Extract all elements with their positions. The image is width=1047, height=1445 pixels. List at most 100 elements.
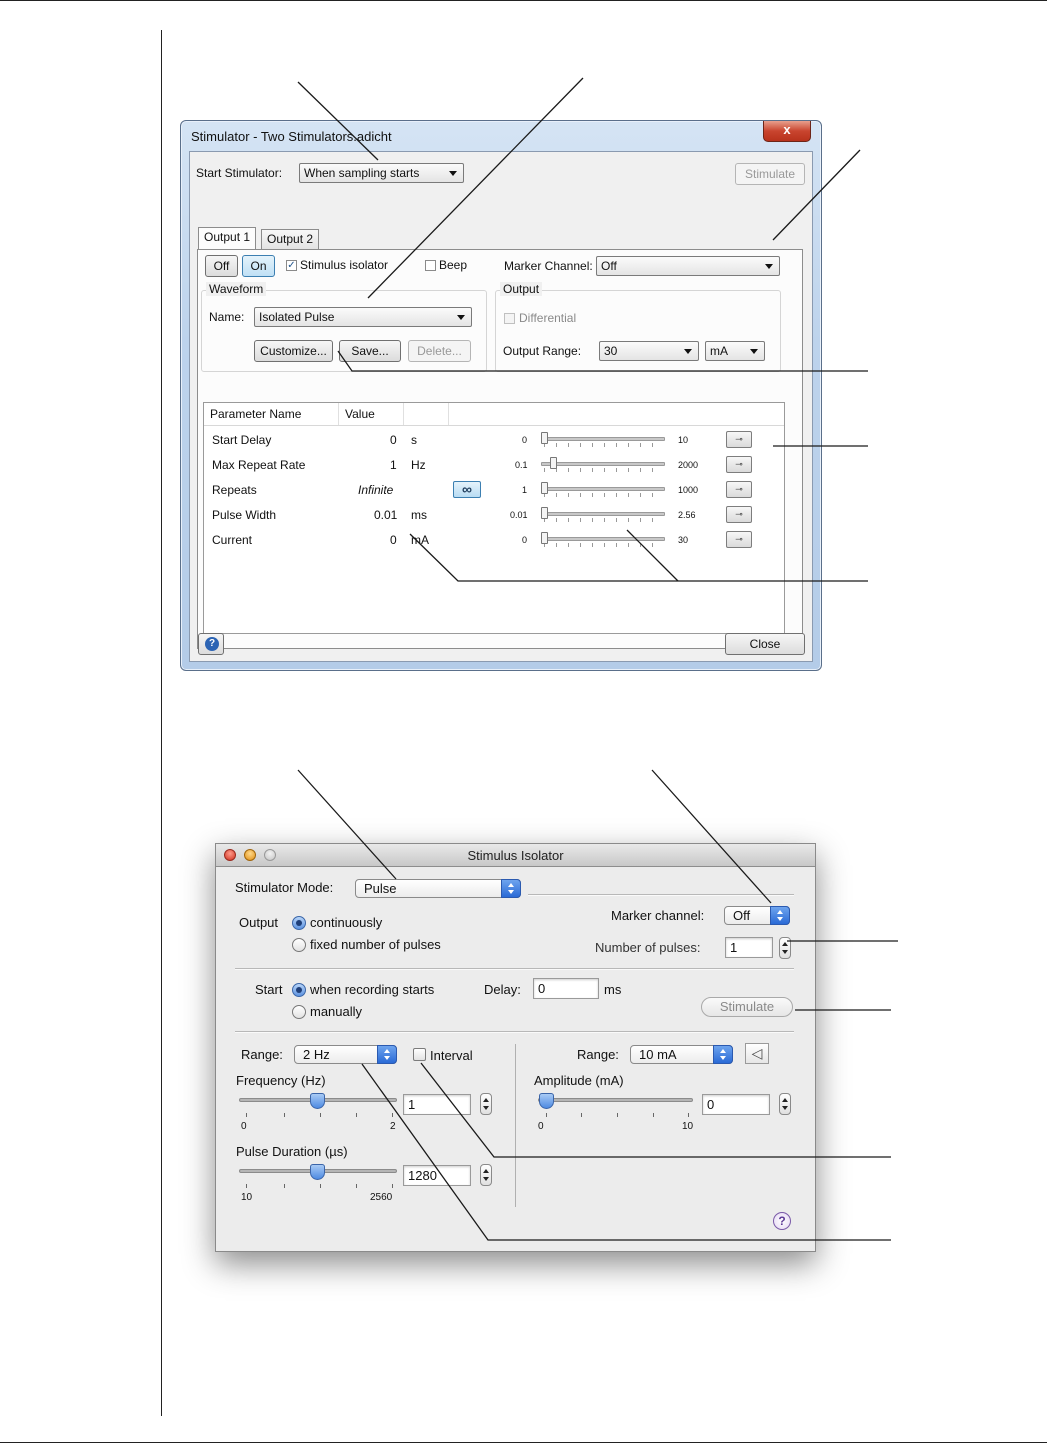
stimulus-isolator-checkbox[interactable]: ✓ (286, 260, 297, 271)
help-icon: ? (205, 637, 219, 651)
pulse-duration-min: 10 (241, 1192, 253, 1203)
stimulate-button[interactable]: Stimulate (735, 163, 805, 185)
output-unit-value: mA (710, 344, 728, 358)
slider-settings-icon[interactable]: ⊸ (726, 531, 752, 548)
stimulus-isolator-window: Stimulus Isolator Stimulator Mode: Pulse… (215, 843, 816, 1252)
help-icon[interactable]: ? (773, 1212, 791, 1230)
slider-max: 2.56 (678, 510, 696, 520)
frequency-range-popup[interactable]: 2 Hz (294, 1045, 397, 1064)
frequency-label: Frequency (Hz) (236, 1073, 326, 1088)
start-stimulator-dropdown[interactable]: When sampling starts (299, 163, 464, 183)
start-stimulator-value: When sampling starts (304, 166, 420, 180)
param-value[interactable]: 0 (390, 433, 397, 447)
top-rule (0, 0, 1047, 1)
amplitude-label: Amplitude (mA) (534, 1073, 624, 1088)
save-button[interactable]: Save... (339, 340, 401, 362)
close-icon[interactable]: x (763, 121, 811, 142)
frequency-min: 0 (241, 1121, 247, 1132)
slider-settings-icon[interactable]: ⊸ (726, 456, 752, 473)
amplitude-range-value: 10 mA (639, 1047, 677, 1062)
interval-checkbox[interactable] (413, 1048, 426, 1061)
param-value[interactable]: Infinite (358, 483, 393, 497)
speaker-icon[interactable]: ◁ (745, 1043, 769, 1064)
delay-unit: ms (604, 982, 622, 997)
beep-label: Beep (439, 258, 468, 272)
number-of-pulses-stepper[interactable] (779, 937, 791, 959)
parameter-table: Parameter Name Value Start Delay 0 s 0 1… (203, 402, 785, 634)
amplitude-min: 0 (538, 1121, 544, 1132)
frequency-slider-knob[interactable] (310, 1093, 325, 1109)
param-value[interactable]: 0.01 (374, 508, 397, 522)
differential-checkbox[interactable] (504, 313, 515, 324)
range-label: Range: (241, 1047, 283, 1062)
continuously-radio[interactable] (292, 916, 306, 930)
param-value[interactable]: 1 (390, 458, 397, 472)
output-range-dropdown[interactable]: 30 (599, 341, 699, 361)
slider-min: 0.1 (515, 460, 528, 470)
slider-thumb[interactable] (541, 507, 548, 519)
manually-radio[interactable] (292, 1005, 306, 1019)
slider-settings-icon[interactable]: ⊸ (726, 431, 752, 448)
tab-output-2[interactable]: Output 2 (261, 229, 320, 249)
off-button[interactable]: Off (205, 255, 238, 277)
param-slider[interactable] (541, 487, 665, 491)
when-recording-radio[interactable] (292, 983, 306, 997)
marker-channel-value: Off (601, 259, 617, 273)
marker-channel-dropdown[interactable]: Off (596, 256, 780, 276)
table-row: Pulse Width 0.01 ms 0.01 2.56 ⊸ (204, 503, 784, 528)
param-slider[interactable] (541, 512, 665, 516)
amplitude-field[interactable]: 0 (702, 1094, 770, 1115)
slider-thumb[interactable] (541, 432, 548, 444)
pulse-duration-field[interactable]: 1280 (403, 1165, 471, 1186)
amplitude-slider[interactable] (538, 1098, 693, 1102)
slider-settings-icon[interactable]: ⊸ (726, 481, 752, 498)
amplitude-slider-knob[interactable] (539, 1093, 554, 1109)
stimulator-mode-popup[interactable]: Pulse (355, 879, 521, 898)
column-parameter-name: Parameter Name (204, 403, 339, 425)
marker-channel-popup[interactable]: Off (724, 906, 790, 925)
delete-button[interactable]: Delete... (408, 340, 471, 362)
popup-arrows-icon (501, 879, 521, 898)
slider-ticks (544, 518, 664, 522)
slider-thumb[interactable] (550, 457, 557, 469)
pulse-duration-stepper[interactable] (480, 1164, 492, 1186)
slider-thumb[interactable] (541, 482, 548, 494)
delay-field[interactable]: 0 (533, 978, 599, 999)
output-label: Output (239, 915, 279, 930)
column-divider (515, 1044, 516, 1207)
customize-button[interactable]: Customize... (254, 340, 333, 362)
param-unit: s (411, 433, 417, 447)
fixed-pulses-radio[interactable] (292, 938, 306, 952)
slider-settings-icon[interactable]: ⊸ (726, 506, 752, 523)
amplitude-stepper[interactable] (779, 1093, 791, 1115)
param-name: Pulse Width (212, 508, 277, 522)
output-unit-dropdown[interactable]: mA (705, 341, 765, 361)
pulse-duration-slider-knob[interactable] (310, 1164, 325, 1180)
chevron-down-icon (449, 171, 457, 176)
stimulate-button[interactable]: Stimulate (701, 997, 793, 1017)
close-button[interactable]: Close (725, 633, 805, 655)
margin-rule (161, 30, 162, 1416)
tab-output-1[interactable]: Output 1 (198, 227, 257, 249)
stimulator-window: Stimulator - Two Stimulators.adicht x St… (180, 120, 822, 671)
param-value[interactable]: 0 (390, 533, 397, 547)
waveform-name-dropdown[interactable]: Isolated Pulse (254, 307, 472, 327)
amplitude-range-popup[interactable]: 10 mA (630, 1045, 733, 1064)
help-button[interactable]: ? (198, 633, 224, 655)
slider-max: 2000 (678, 460, 699, 470)
frequency-field[interactable]: 1 (403, 1094, 471, 1115)
on-button[interactable]: On (242, 255, 275, 277)
slider-thumb[interactable] (541, 532, 548, 544)
param-slider[interactable] (541, 537, 665, 541)
bottom-rule (0, 1442, 1047, 1443)
frequency-stepper[interactable] (480, 1093, 492, 1115)
number-of-pulses-field[interactable]: 1 (725, 937, 773, 958)
param-slider[interactable] (541, 437, 665, 441)
beep-checkbox[interactable] (425, 260, 436, 271)
chevron-down-icon (457, 315, 465, 320)
infinity-toggle-button[interactable]: ∞ (453, 481, 481, 498)
param-name: Max Repeat Rate (212, 458, 306, 472)
chevron-down-icon (750, 349, 758, 354)
param-slider[interactable] (541, 462, 665, 466)
output-group-label: Output (500, 282, 543, 296)
